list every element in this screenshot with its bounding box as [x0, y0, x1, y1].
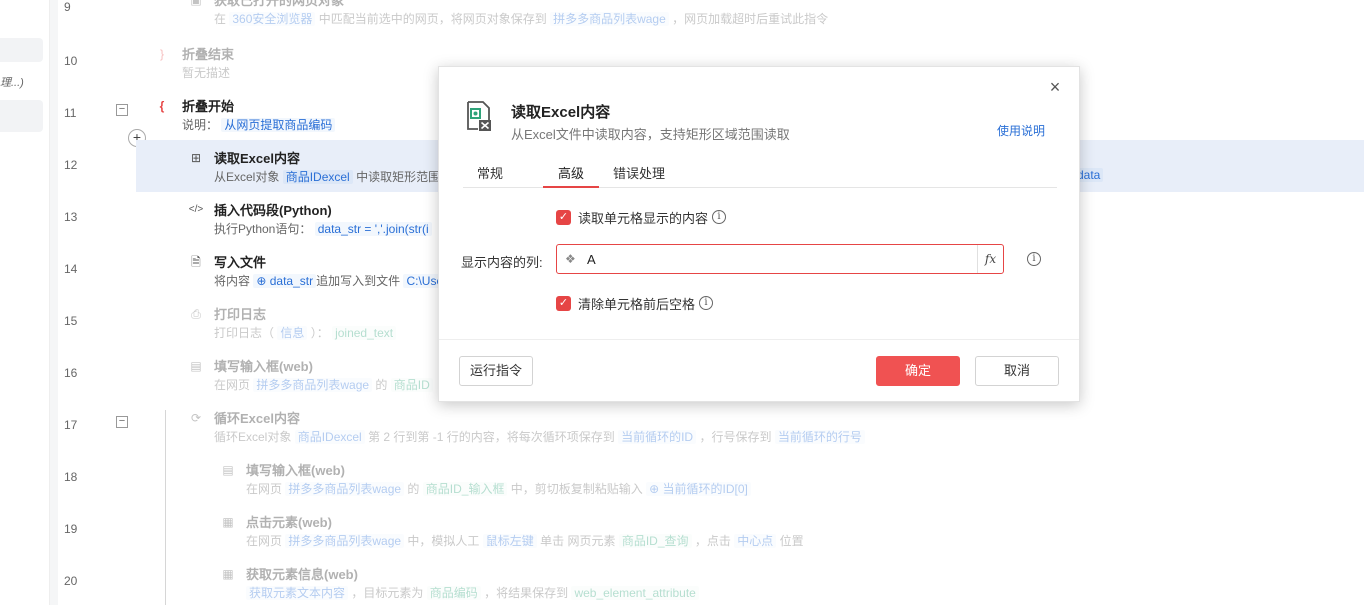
fold-start-icon: {: [159, 99, 165, 113]
line-number: 18: [64, 470, 78, 484]
flow-row-20[interactable]: 20 ▦ 获取元素信息(web) 获取元素文本内容 ，目标元素为 商品编码 ，将…: [58, 556, 1364, 608]
click-icon: ▦: [222, 515, 234, 529]
checkbox-checked[interactable]: ✓: [556, 295, 571, 311]
browser-icon: ▣: [190, 0, 202, 7]
run-command-button[interactable]: 运行指令: [459, 356, 533, 386]
element-info-icon: ▦: [222, 567, 234, 581]
input-fill-icon: ▤: [222, 463, 234, 477]
step-desc: 循环Excel对象 商品IDexcel 第 2 行到第 -1 行的内容，将每次循…: [214, 428, 865, 445]
close-icon[interactable]: ×: [1045, 77, 1065, 97]
dialog-tabs: 常规 高级 错误处理: [463, 159, 1057, 188]
flow-row-19[interactable]: 19 ▦ 点击元素(web) 在网页 拼多多商品列表wage 中，模拟人工 鼠标…: [58, 504, 1364, 556]
info-icon[interactable]: i: [699, 296, 714, 310]
field-label: 显示内容的列:: [461, 255, 543, 270]
step-title: 读取Excel内容: [214, 151, 300, 166]
line-number: 10: [64, 54, 78, 68]
line-number: 9: [64, 0, 71, 14]
info-icon[interactable]: i: [712, 210, 727, 224]
dialog-title: 读取Excel内容: [511, 104, 611, 121]
step-desc: 在网页 拼多多商品列表wage 中，模拟人工 鼠标左键 单击 网页元素 商品ID…: [246, 534, 804, 548]
flow-row-9[interactable]: 9 ▣ 获取已打开的网页对象 在 360安全浏览器 中匹配当前选中的网页，将网页…: [58, 0, 1364, 34]
splitter[interactable]: [50, 0, 58, 605]
dialog-footer: 运行指令 确定 取消: [439, 339, 1079, 403]
tab-general[interactable]: 常规: [477, 163, 503, 188]
step-title: 填写输入框(web): [214, 359, 313, 374]
collapse-toggle[interactable]: −: [116, 416, 128, 428]
code-icon: </>: [188, 204, 204, 215]
step-desc: 将内容 ⊕ data_str 追加写入到文件 C:\Use: [214, 272, 447, 289]
line-number: 20: [64, 574, 78, 588]
sidebar-item[interactable]: [0, 38, 43, 62]
loop-icon: ⟳: [190, 411, 202, 425]
step-title: 打印日志: [214, 307, 267, 322]
cancel-button[interactable]: 取消: [975, 356, 1059, 386]
info-icon[interactable]: i: [1027, 252, 1041, 266]
step-desc: 执行Python语句： data_str = ','.join(str(i: [214, 220, 432, 237]
step-desc: 暂无描述: [182, 66, 231, 80]
step-desc: 打印日志（ 信息 ）： joined_text: [214, 324, 396, 341]
sidebar-text-fragment: 理...): [0, 77, 24, 89]
checkbox-checked[interactable]: ✓: [556, 209, 571, 225]
step-desc: 在 360安全浏览器 中匹配当前选中的网页，将网页对象保存到 拼多多商品列表wa…: [214, 12, 829, 26]
python-icon: ❖: [565, 252, 576, 266]
step-desc: 在网页 拼多多商品列表wage 的 商品ID_输入框 中，剪切板复制粘贴输入 ⊕…: [246, 480, 751, 497]
log-icon: ⎙: [191, 307, 201, 321]
fx-button[interactable]: fx: [977, 245, 1003, 273]
line-number: 11: [64, 106, 77, 120]
tab-error-handling[interactable]: 错误处理: [613, 163, 665, 188]
left-sidebar: 理...): [0, 0, 50, 605]
line-number: 14: [64, 262, 78, 276]
step-title: 折叠结束: [182, 47, 235, 62]
field-value: A: [587, 252, 596, 267]
step-title: 获取元素信息(web): [246, 567, 358, 582]
step-title: 获取已打开的网页对象: [214, 0, 345, 8]
flow-row-18[interactable]: 18 ▤ 填写输入框(web) 在网页 拼多多商品列表wage 的 商品ID_输…: [58, 452, 1364, 504]
step-desc: 说明： 从网页提取商品编码: [182, 116, 336, 133]
file-write-icon: 🗎: [191, 255, 201, 269]
confirm-button[interactable]: 确定: [876, 356, 960, 386]
step-title: 折叠开始: [182, 99, 235, 114]
sidebar-item-active[interactable]: [0, 100, 43, 132]
line-number: 12: [64, 158, 78, 172]
help-link[interactable]: 使用说明: [997, 122, 1045, 139]
step-desc: 从Excel对象 商品IDexcel 中读取矩形范围: [214, 170, 441, 184]
read-excel-dialog: × 读取Excel内容 从Excel文件中读取内容，支持矩形区域范围读取 使用说…: [438, 66, 1080, 402]
line-number: 16: [64, 366, 78, 380]
tab-advanced[interactable]: 高级: [543, 163, 599, 188]
input-fill-icon: ▤: [190, 359, 202, 373]
dialog-subtitle: 从Excel文件中读取内容，支持矩形区域范围读取: [511, 127, 790, 142]
step-title: 写入文件: [214, 255, 267, 270]
option-trim-spaces[interactable]: ✓ 清除单元格前后空格 i: [556, 294, 714, 312]
fold-end-icon: }: [159, 47, 164, 61]
collapse-toggle[interactable]: −: [116, 104, 128, 116]
display-column-input[interactable]: ❖ A fx: [556, 244, 1004, 274]
option-label: 读取单元格显示的内容: [578, 210, 709, 226]
step-desc: 获取元素文本内容 ，目标元素为 商品编码 ，将结果保存到 web_element…: [246, 584, 699, 601]
step-title: 点击元素(web): [246, 515, 332, 530]
step-title: 插入代码段(Python): [214, 203, 332, 218]
option-label: 清除单元格前后空格: [578, 296, 696, 312]
step-desc: 在网页 拼多多商品列表wage 的 商品ID: [214, 376, 433, 393]
excel-read-icon: [467, 101, 491, 131]
excel-read-icon: ⊞: [190, 151, 202, 165]
step-title: 填写输入框(web): [246, 463, 345, 478]
line-number: 17: [64, 418, 78, 432]
line-number: 19: [64, 522, 78, 536]
option-display-content[interactable]: ✓ 读取单元格显示的内容 i: [556, 208, 727, 226]
line-number: 15: [64, 314, 78, 328]
step-title: 循环Excel内容: [214, 411, 300, 426]
line-number: 13: [64, 210, 78, 224]
flow-row-17[interactable]: 17 − ⟳ 循环Excel内容 循环Excel对象 商品IDexcel 第 2…: [58, 400, 1364, 452]
